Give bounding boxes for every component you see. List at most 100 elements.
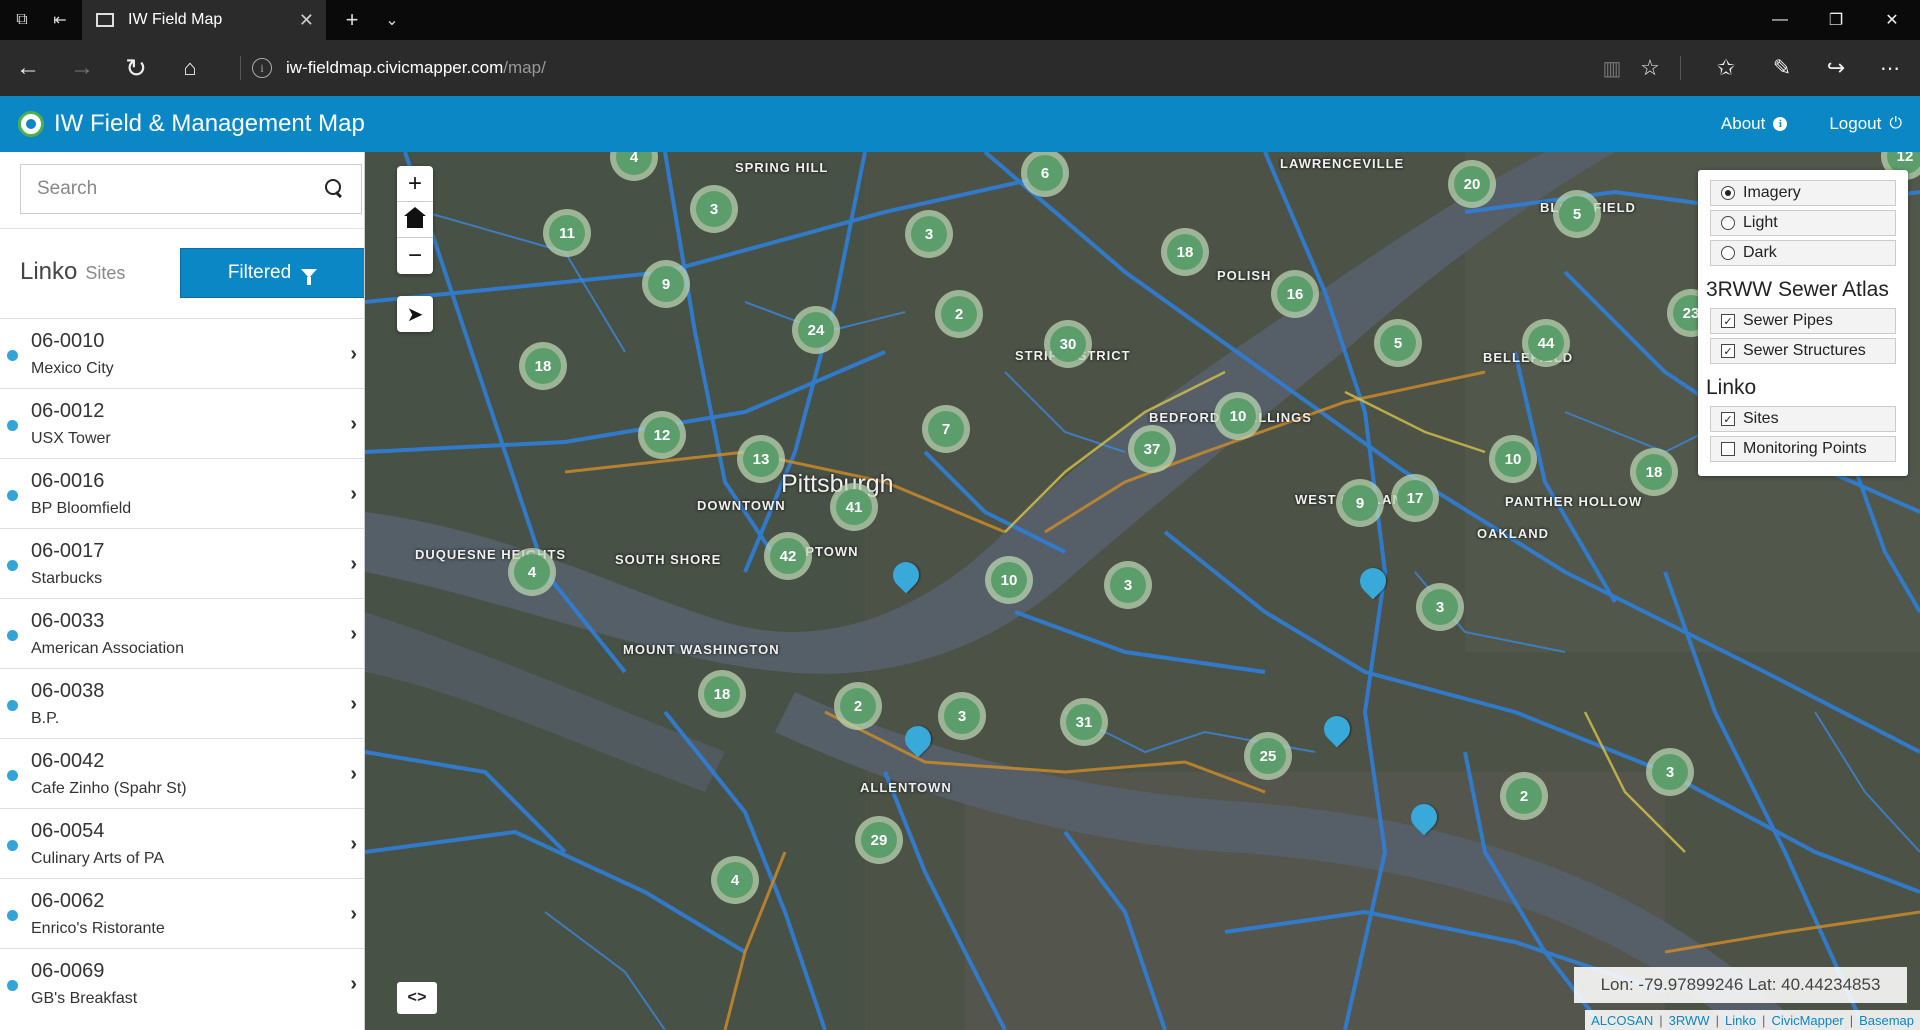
site-cluster[interactable]: 20	[1448, 160, 1496, 208]
refresh-icon[interactable]: ↻	[116, 48, 156, 88]
reading-view-icon[interactable]: ▥	[1592, 48, 1632, 88]
site-cluster[interactable]: 9	[1336, 479, 1384, 527]
site-cluster[interactable]: 30	[1044, 320, 1092, 368]
logout-link[interactable]: Logout ⏻	[1829, 114, 1902, 134]
chevron-right-icon: ›	[350, 343, 357, 365]
site-info-icon[interactable]: i	[252, 58, 272, 78]
site-cluster[interactable]: 3	[1104, 561, 1152, 609]
site-cluster[interactable]: 11	[543, 209, 591, 257]
site-cluster[interactable]: 2	[1500, 772, 1548, 820]
attribution-link[interactable]: Linko	[1725, 1013, 1756, 1028]
layer-label: Sewer Structures	[1743, 342, 1866, 359]
search-icon[interactable]	[325, 179, 345, 199]
site-cluster[interactable]: 9	[642, 260, 690, 308]
layer-toggle-monitoring-points[interactable]: Monitoring Points	[1710, 436, 1896, 462]
share-icon[interactable]: ↪	[1816, 48, 1856, 88]
tab-iw-field-map[interactable]: IW Field Map ✕	[82, 0, 326, 40]
chevron-down-icon[interactable]: ⌄	[372, 0, 412, 40]
attribution-link[interactable]: ALCOSAN	[1591, 1013, 1653, 1028]
filter-button[interactable]: Filtered	[180, 248, 364, 298]
site-dot-icon	[7, 350, 18, 361]
site-id: 06-0010	[31, 330, 105, 352]
site-cluster[interactable]: 16	[1271, 270, 1319, 318]
site-cluster[interactable]: 31	[1060, 698, 1108, 746]
site-cluster[interactable]: 10	[1214, 392, 1262, 440]
site-cluster[interactable]: 3	[690, 185, 738, 233]
layer-label: Sewer Pipes	[1743, 312, 1833, 329]
attribution-link[interactable]: CivicMapper	[1771, 1013, 1843, 1028]
checkbox-icon	[1721, 442, 1735, 456]
list-item[interactable]: 06-0069 GB's Breakfast ›	[0, 948, 364, 1018]
site-cluster[interactable]: 25	[1244, 732, 1292, 780]
site-cluster[interactable]: 2	[935, 290, 983, 338]
site-cluster[interactable]: 3	[938, 692, 986, 740]
cluster-count: 10	[1495, 441, 1531, 477]
site-cluster[interactable]: 3	[905, 210, 953, 258]
zoom-out-button[interactable]: −	[397, 238, 433, 274]
site-cluster[interactable]: 4	[508, 548, 556, 596]
site-cluster[interactable]: 5	[1553, 190, 1601, 238]
site-cluster[interactable]: 29	[855, 816, 903, 864]
search-input[interactable]	[37, 178, 325, 200]
site-cluster[interactable]: 18	[1161, 228, 1209, 276]
site-cluster[interactable]: 13	[737, 435, 785, 483]
site-cluster[interactable]: 10	[985, 556, 1033, 604]
tab-actions-icon[interactable]: ⧉	[2, 0, 42, 40]
basemap-option-dark[interactable]: Dark	[1710, 240, 1896, 266]
site-cluster[interactable]: 18	[519, 342, 567, 390]
address-field[interactable]: i iw-fieldmap.civicmapper.com/map/	[252, 50, 546, 86]
basemap-option-imagery[interactable]: Imagery	[1710, 180, 1896, 206]
restore-icon[interactable]: ❐	[1808, 0, 1864, 40]
site-cluster[interactable]: 5	[1374, 319, 1422, 367]
site-cluster[interactable]: 7	[922, 405, 970, 453]
locate-button[interactable]: ➤	[397, 296, 433, 332]
list-item[interactable]: 06-0016 BP Bloomfield ›	[0, 458, 364, 528]
more-icon[interactable]: ⋯	[1870, 48, 1910, 88]
site-cluster[interactable]: 44	[1522, 319, 1570, 367]
site-cluster[interactable]: 4	[711, 856, 759, 904]
site-cluster[interactable]: 41	[830, 483, 878, 531]
attribution-link[interactable]: Basemap	[1859, 1013, 1914, 1028]
site-cluster[interactable]: 42	[764, 532, 812, 580]
close-window-icon[interactable]: ✕	[1864, 0, 1920, 40]
favorites-hub-icon[interactable]: ✩	[1706, 48, 1746, 88]
toggle-sidebar-button[interactable]: <>	[397, 982, 437, 1014]
new-tab-icon[interactable]: +	[332, 0, 372, 40]
back-icon[interactable]: ←	[8, 48, 48, 88]
about-link[interactable]: About i	[1721, 114, 1788, 134]
list-item[interactable]: 06-0017 Starbucks ›	[0, 528, 364, 598]
list-item[interactable]: 06-0038 B.P. ›	[0, 668, 364, 738]
basemap-option-light[interactable]: Light	[1710, 210, 1896, 236]
list-item[interactable]: 06-0033 American Association ›	[0, 598, 364, 668]
forward-icon[interactable]: →	[62, 48, 102, 88]
site-cluster[interactable]: 18	[1630, 448, 1678, 496]
site-cluster[interactable]: 17	[1391, 474, 1439, 522]
site-cluster[interactable]: 12	[638, 411, 686, 459]
zoom-in-button[interactable]: +	[397, 166, 433, 202]
map-canvas[interactable]: Pittsburgh DOWNTOWN UPTOWN STRIP DISTRIC…	[365, 152, 1920, 1030]
map-label-panther-hollow: PANTHER HOLLOW	[1505, 494, 1643, 509]
site-cluster[interactable]: 37	[1128, 425, 1176, 473]
site-cluster[interactable]: 10	[1489, 435, 1537, 483]
favorite-star-icon[interactable]: ☆	[1630, 48, 1670, 88]
home-extent-button[interactable]	[397, 202, 433, 238]
site-cluster[interactable]: 3	[1416, 583, 1464, 631]
list-item[interactable]: 06-0010 Mexico City ›	[0, 318, 364, 388]
layer-toggle-sewer-pipes[interactable]: ✓ Sewer Pipes	[1710, 308, 1896, 334]
site-cluster[interactable]: 24	[792, 306, 840, 354]
site-cluster[interactable]: 3	[1646, 748, 1694, 796]
home-browser-icon[interactable]: ⌂	[170, 48, 210, 88]
web-note-icon[interactable]: ✎	[1762, 48, 1802, 88]
minimize-icon[interactable]: —	[1752, 0, 1808, 40]
close-tab-icon[interactable]: ✕	[299, 10, 314, 31]
set-aside-tabs-icon[interactable]: ⇤	[40, 0, 80, 40]
attribution-link[interactable]: 3RWW	[1669, 1013, 1710, 1028]
layer-toggle-sewer-structures[interactable]: ✓ Sewer Structures	[1710, 338, 1896, 364]
list-item[interactable]: 06-0012 USX Tower ›	[0, 388, 364, 458]
list-item[interactable]: 06-0042 Cafe Zinho (Spahr St) ›	[0, 738, 364, 808]
site-cluster[interactable]: 18	[698, 670, 746, 718]
site-cluster[interactable]: 2	[834, 682, 882, 730]
list-item[interactable]: 06-0062 Enrico's Ristorante ›	[0, 878, 364, 948]
list-item[interactable]: 06-0054 Culinary Arts of PA ›	[0, 808, 364, 878]
layer-toggle-sites[interactable]: ✓ Sites	[1710, 406, 1896, 432]
